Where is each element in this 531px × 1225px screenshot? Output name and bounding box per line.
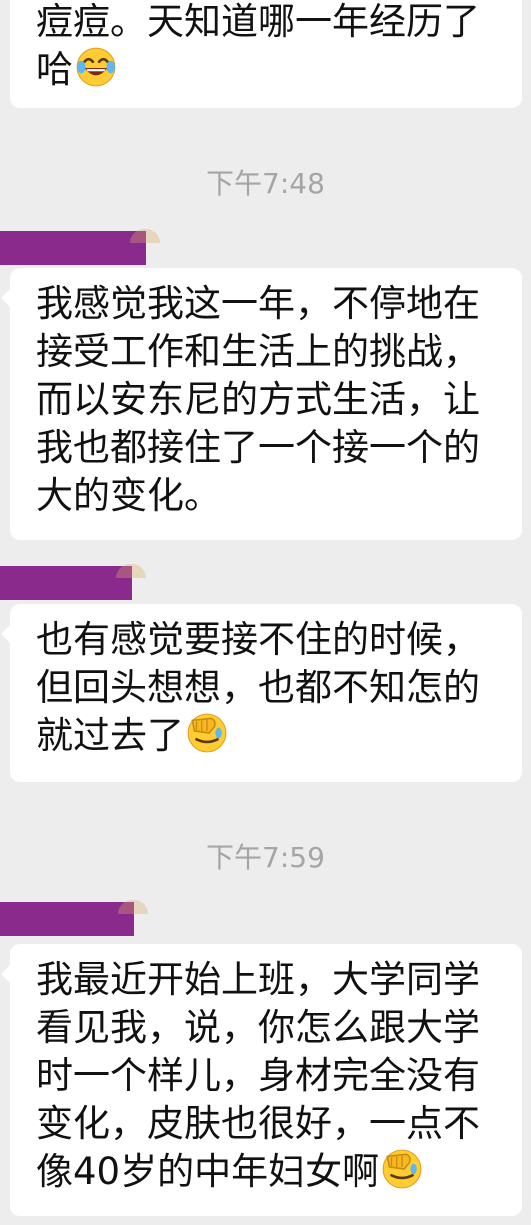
message-text: 我感觉我这一年，不停地在接受工作和生活上的挑战，而以安东尼的方式生活，让我也都接… [36,282,480,517]
message-bubble[interactable]: 我感觉我这一年，不停地在接受工作和生活上的挑战，而以安东尼的方式生活，让我也都接… [1,268,522,540]
chat-conversation: 痘痘。天知道哪一年经历了哈 下午7:48 我感觉我这一年，不停地在接受工作和生活… [0,0,531,1225]
facepalm-emoji-icon [187,713,227,753]
avatar-edge [130,229,160,243]
timestamp: 下午7:48 [206,167,325,200]
redacted-sender-name [0,900,148,936]
message-text: 痘痘。天知道哪一年经历了哈 [36,0,480,91]
facepalm-emoji-icon [382,1149,422,1189]
message-bubble[interactable]: 痘痘。天知道哪一年经历了哈 [10,0,522,108]
message-text: 也有感觉要接不住的时候，但回头想想，也都不知怎的就过去了 [36,618,480,757]
laughing-tears-emoji-icon [76,47,116,87]
redacted-sender-name [0,564,146,600]
timestamp: 下午7:59 [206,841,325,874]
avatar-edge [116,564,146,578]
message-bubble[interactable]: 我最近开始上班，大学同学看见我，说，你怎么跟大学时一个样儿，身材完全没有变化，皮… [1,944,522,1216]
avatar-edge [118,900,148,914]
message-text: 我最近开始上班，大学同学看见我，说，你怎么跟大学时一个样儿，身材完全没有变化，皮… [36,958,480,1193]
redacted-sender-name [0,229,160,265]
message-bubble[interactable]: 也有感觉要接不住的时候，但回头想想，也都不知怎的就过去了 [1,604,522,782]
